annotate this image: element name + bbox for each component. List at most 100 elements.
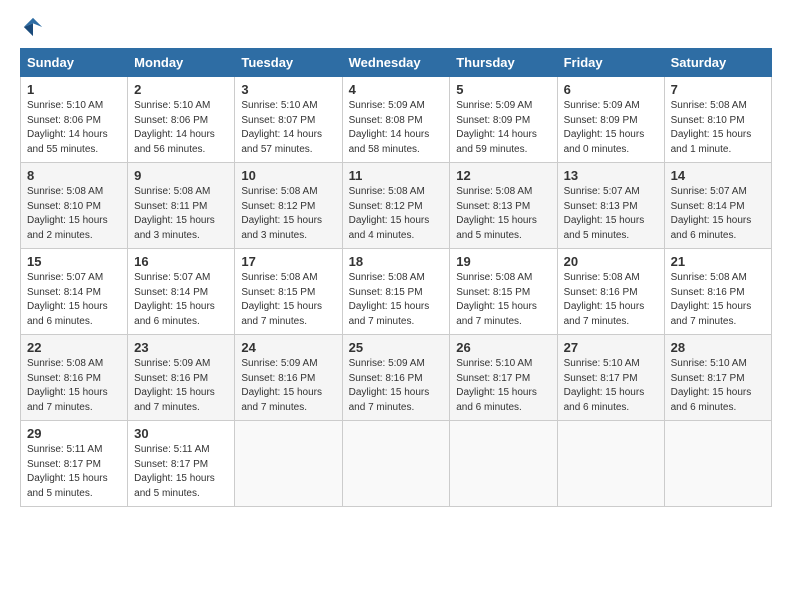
calendar-header-monday: Monday bbox=[128, 49, 235, 77]
calendar-cell: 7 Sunrise: 5:08 AMSunset: 8:10 PMDayligh… bbox=[664, 77, 771, 163]
day-info: Sunrise: 5:10 AMSunset: 8:07 PMDaylight:… bbox=[241, 99, 335, 157]
calendar-cell: 4 Sunrise: 5:09 AMSunset: 8:08 PMDayligh… bbox=[342, 77, 450, 163]
day-info: Sunrise: 5:08 AMSunset: 8:12 PMDaylight:… bbox=[241, 185, 335, 243]
day-number: 23 bbox=[134, 340, 228, 355]
day-info: Sunrise: 5:11 AMSunset: 8:17 PMDaylight:… bbox=[134, 443, 228, 501]
day-info: Sunrise: 5:11 AMSunset: 8:17 PMDaylight:… bbox=[27, 443, 121, 501]
day-number: 17 bbox=[241, 254, 335, 269]
day-number: 26 bbox=[456, 340, 550, 355]
calendar-cell bbox=[557, 421, 664, 507]
calendar-cell: 24 Sunrise: 5:09 AMSunset: 8:16 PMDaylig… bbox=[235, 335, 342, 421]
day-number: 15 bbox=[27, 254, 121, 269]
logo-icon bbox=[22, 16, 44, 38]
calendar-cell: 3 Sunrise: 5:10 AMSunset: 8:07 PMDayligh… bbox=[235, 77, 342, 163]
day-info: Sunrise: 5:08 AMSunset: 8:11 PMDaylight:… bbox=[134, 185, 228, 243]
day-info: Sunrise: 5:10 AMSunset: 8:17 PMDaylight:… bbox=[456, 357, 550, 415]
calendar-header-wednesday: Wednesday bbox=[342, 49, 450, 77]
day-number: 27 bbox=[564, 340, 658, 355]
calendar-cell bbox=[235, 421, 342, 507]
day-info: Sunrise: 5:09 AMSunset: 8:16 PMDaylight:… bbox=[134, 357, 228, 415]
day-info: Sunrise: 5:08 AMSunset: 8:15 PMDaylight:… bbox=[241, 271, 335, 329]
day-info: Sunrise: 5:10 AMSunset: 8:17 PMDaylight:… bbox=[671, 357, 765, 415]
calendar-cell: 27 Sunrise: 5:10 AMSunset: 8:17 PMDaylig… bbox=[557, 335, 664, 421]
day-number: 9 bbox=[134, 168, 228, 183]
calendar-cell: 8 Sunrise: 5:08 AMSunset: 8:10 PMDayligh… bbox=[21, 163, 128, 249]
day-info: Sunrise: 5:08 AMSunset: 8:10 PMDaylight:… bbox=[27, 185, 121, 243]
day-number: 20 bbox=[564, 254, 658, 269]
calendar-cell: 2 Sunrise: 5:10 AMSunset: 8:06 PMDayligh… bbox=[128, 77, 235, 163]
day-number: 8 bbox=[27, 168, 121, 183]
calendar-cell: 30 Sunrise: 5:11 AMSunset: 8:17 PMDaylig… bbox=[128, 421, 235, 507]
day-info: Sunrise: 5:10 AMSunset: 8:06 PMDaylight:… bbox=[27, 99, 121, 157]
calendar-cell: 11 Sunrise: 5:08 AMSunset: 8:12 PMDaylig… bbox=[342, 163, 450, 249]
day-info: Sunrise: 5:08 AMSunset: 8:10 PMDaylight:… bbox=[671, 99, 765, 157]
day-info: Sunrise: 5:08 AMSunset: 8:16 PMDaylight:… bbox=[564, 271, 658, 329]
calendar-week-3: 15 Sunrise: 5:07 AMSunset: 8:14 PMDaylig… bbox=[21, 249, 772, 335]
logo bbox=[20, 16, 44, 38]
day-info: Sunrise: 5:09 AMSunset: 8:16 PMDaylight:… bbox=[241, 357, 335, 415]
calendar-cell: 5 Sunrise: 5:09 AMSunset: 8:09 PMDayligh… bbox=[450, 77, 557, 163]
calendar-header-row: SundayMondayTuesdayWednesdayThursdayFrid… bbox=[21, 49, 772, 77]
day-info: Sunrise: 5:07 AMSunset: 8:14 PMDaylight:… bbox=[134, 271, 228, 329]
calendar-cell: 23 Sunrise: 5:09 AMSunset: 8:16 PMDaylig… bbox=[128, 335, 235, 421]
day-number: 4 bbox=[349, 82, 444, 97]
calendar-cell: 18 Sunrise: 5:08 AMSunset: 8:15 PMDaylig… bbox=[342, 249, 450, 335]
day-number: 30 bbox=[134, 426, 228, 441]
day-info: Sunrise: 5:08 AMSunset: 8:12 PMDaylight:… bbox=[349, 185, 444, 243]
calendar-cell: 25 Sunrise: 5:09 AMSunset: 8:16 PMDaylig… bbox=[342, 335, 450, 421]
calendar-cell: 12 Sunrise: 5:08 AMSunset: 8:13 PMDaylig… bbox=[450, 163, 557, 249]
calendar-cell: 1 Sunrise: 5:10 AMSunset: 8:06 PMDayligh… bbox=[21, 77, 128, 163]
calendar-cell: 28 Sunrise: 5:10 AMSunset: 8:17 PMDaylig… bbox=[664, 335, 771, 421]
calendar-cell: 29 Sunrise: 5:11 AMSunset: 8:17 PMDaylig… bbox=[21, 421, 128, 507]
calendar-cell: 15 Sunrise: 5:07 AMSunset: 8:14 PMDaylig… bbox=[21, 249, 128, 335]
day-number: 19 bbox=[456, 254, 550, 269]
calendar-cell: 6 Sunrise: 5:09 AMSunset: 8:09 PMDayligh… bbox=[557, 77, 664, 163]
day-number: 5 bbox=[456, 82, 550, 97]
day-number: 13 bbox=[564, 168, 658, 183]
day-info: Sunrise: 5:08 AMSunset: 8:16 PMDaylight:… bbox=[27, 357, 121, 415]
day-number: 1 bbox=[27, 82, 121, 97]
page-header bbox=[20, 16, 772, 38]
day-number: 7 bbox=[671, 82, 765, 97]
day-info: Sunrise: 5:09 AMSunset: 8:09 PMDaylight:… bbox=[456, 99, 550, 157]
calendar-cell: 21 Sunrise: 5:08 AMSunset: 8:16 PMDaylig… bbox=[664, 249, 771, 335]
calendar-week-5: 29 Sunrise: 5:11 AMSunset: 8:17 PMDaylig… bbox=[21, 421, 772, 507]
calendar-header-friday: Friday bbox=[557, 49, 664, 77]
day-number: 16 bbox=[134, 254, 228, 269]
day-info: Sunrise: 5:07 AMSunset: 8:14 PMDaylight:… bbox=[671, 185, 765, 243]
day-number: 3 bbox=[241, 82, 335, 97]
day-number: 22 bbox=[27, 340, 121, 355]
calendar-cell: 10 Sunrise: 5:08 AMSunset: 8:12 PMDaylig… bbox=[235, 163, 342, 249]
day-number: 29 bbox=[27, 426, 121, 441]
calendar-week-1: 1 Sunrise: 5:10 AMSunset: 8:06 PMDayligh… bbox=[21, 77, 772, 163]
calendar-cell: 14 Sunrise: 5:07 AMSunset: 8:14 PMDaylig… bbox=[664, 163, 771, 249]
calendar-cell: 9 Sunrise: 5:08 AMSunset: 8:11 PMDayligh… bbox=[128, 163, 235, 249]
calendar-week-4: 22 Sunrise: 5:08 AMSunset: 8:16 PMDaylig… bbox=[21, 335, 772, 421]
calendar-cell: 13 Sunrise: 5:07 AMSunset: 8:13 PMDaylig… bbox=[557, 163, 664, 249]
day-number: 28 bbox=[671, 340, 765, 355]
day-info: Sunrise: 5:09 AMSunset: 8:08 PMDaylight:… bbox=[349, 99, 444, 157]
day-number: 24 bbox=[241, 340, 335, 355]
calendar-cell: 20 Sunrise: 5:08 AMSunset: 8:16 PMDaylig… bbox=[557, 249, 664, 335]
calendar-cell: 17 Sunrise: 5:08 AMSunset: 8:15 PMDaylig… bbox=[235, 249, 342, 335]
day-info: Sunrise: 5:08 AMSunset: 8:15 PMDaylight:… bbox=[456, 271, 550, 329]
day-info: Sunrise: 5:08 AMSunset: 8:16 PMDaylight:… bbox=[671, 271, 765, 329]
day-number: 21 bbox=[671, 254, 765, 269]
day-number: 2 bbox=[134, 82, 228, 97]
calendar-cell bbox=[450, 421, 557, 507]
calendar-cell: 22 Sunrise: 5:08 AMSunset: 8:16 PMDaylig… bbox=[21, 335, 128, 421]
day-number: 25 bbox=[349, 340, 444, 355]
day-info: Sunrise: 5:08 AMSunset: 8:15 PMDaylight:… bbox=[349, 271, 444, 329]
calendar-header-thursday: Thursday bbox=[450, 49, 557, 77]
calendar-header-saturday: Saturday bbox=[664, 49, 771, 77]
day-info: Sunrise: 5:08 AMSunset: 8:13 PMDaylight:… bbox=[456, 185, 550, 243]
calendar-week-2: 8 Sunrise: 5:08 AMSunset: 8:10 PMDayligh… bbox=[21, 163, 772, 249]
calendar-header-sunday: Sunday bbox=[21, 49, 128, 77]
day-number: 10 bbox=[241, 168, 335, 183]
day-info: Sunrise: 5:10 AMSunset: 8:17 PMDaylight:… bbox=[564, 357, 658, 415]
calendar-cell: 19 Sunrise: 5:08 AMSunset: 8:15 PMDaylig… bbox=[450, 249, 557, 335]
day-info: Sunrise: 5:10 AMSunset: 8:06 PMDaylight:… bbox=[134, 99, 228, 157]
day-info: Sunrise: 5:07 AMSunset: 8:14 PMDaylight:… bbox=[27, 271, 121, 329]
day-info: Sunrise: 5:09 AMSunset: 8:09 PMDaylight:… bbox=[564, 99, 658, 157]
day-number: 12 bbox=[456, 168, 550, 183]
